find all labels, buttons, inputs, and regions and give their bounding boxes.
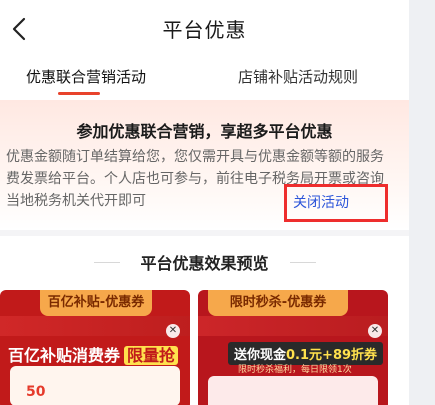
- card-strip: [198, 316, 388, 336]
- card-coupon-body: 50: [10, 366, 180, 405]
- card-banner-highlight: 限量抢: [124, 346, 179, 365]
- tab-active-indicator: [58, 92, 100, 95]
- tab-joint-marketing[interactable]: 优惠联合营销活动: [26, 66, 146, 87]
- card-banner-highlight: 0.1元+89折券: [286, 348, 378, 363]
- card-banner-text: 百亿补贴消费券: [8, 346, 121, 365]
- hero-title: 参加优惠联合营销，享超多平台优惠: [76, 122, 333, 141]
- card-pill: 百亿补贴-优惠券: [40, 290, 152, 316]
- card-pill: 限时秒杀-优惠券: [208, 290, 348, 316]
- page-title: 平台优惠: [162, 18, 247, 42]
- card-banner: 百亿补贴消费券 限量抢: [8, 342, 179, 366]
- card-strip: [0, 316, 190, 336]
- close-activity-link[interactable]: 关闭活动: [293, 192, 349, 212]
- section-divider: [0, 230, 409, 236]
- tab-bar: 优惠联合营销活动 店铺补贴活动规则: [0, 58, 409, 100]
- card-subtitle: 限时秒杀福利，每日限领1次: [238, 365, 352, 375]
- nav-bar: 平台优惠: [0, 0, 409, 58]
- preview-line-right: [290, 262, 316, 263]
- preview-card-flash-sale[interactable]: 限时秒杀-优惠券 ✕ 送你现金0.1元+89折券 限时秒杀福利，每日限领1次: [198, 290, 388, 405]
- preview-title: 平台优惠效果预览: [140, 254, 269, 273]
- side-rail: [409, 0, 435, 405]
- close-icon[interactable]: ✕: [368, 324, 382, 338]
- close-activity-highlight: 关闭活动: [284, 184, 388, 222]
- coupon-amount: 50: [26, 384, 46, 400]
- close-icon[interactable]: ✕: [166, 324, 180, 338]
- preview-card-baiyi[interactable]: 百亿补贴-优惠券 ✕ 百亿补贴消费券 限量抢 50: [0, 290, 190, 405]
- page: 平台优惠 优惠联合营销活动 店铺补贴活动规则 参加优惠联合营销，享超多平台优惠 …: [0, 0, 409, 405]
- card-banner-text: 送你现金: [234, 348, 287, 363]
- card-coupon-body: [208, 376, 378, 405]
- preview-header: 平台优惠效果预览: [0, 250, 409, 274]
- tab-store-subsidy-rules[interactable]: 店铺补贴活动规则: [238, 66, 358, 87]
